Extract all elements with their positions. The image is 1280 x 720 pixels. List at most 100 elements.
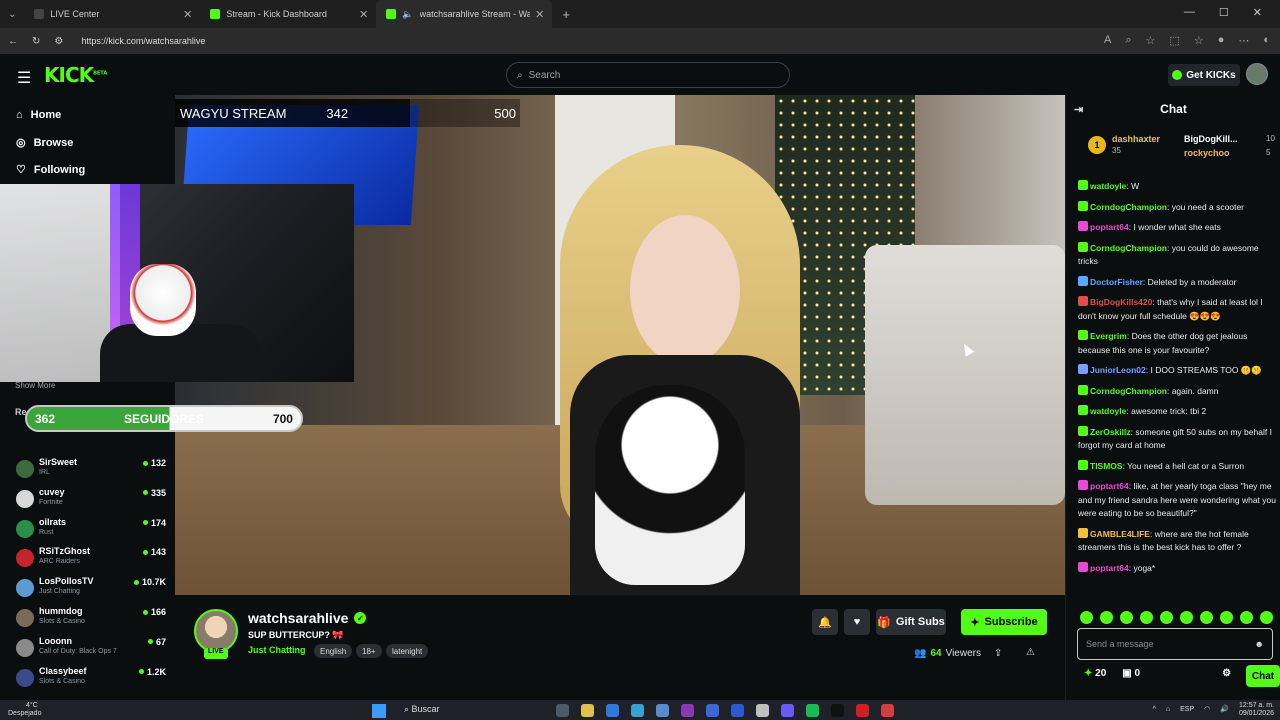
maximize-icon[interactable]: ☐ xyxy=(1219,6,1229,19)
emote-icon[interactable] xyxy=(1240,611,1253,624)
tag-latenight[interactable]: latenight xyxy=(386,644,429,658)
taskbar-app-icon[interactable] xyxy=(756,704,769,717)
emote-icon[interactable] xyxy=(1260,611,1273,624)
taskbar-app-icon[interactable] xyxy=(731,704,744,717)
reload-icon[interactable]: ↻ xyxy=(32,36,40,47)
network-icon[interactable]: ⌂ xyxy=(1166,706,1170,714)
chat-username[interactable]: CorndogChampion xyxy=(1090,243,1167,253)
sidebar-item-following[interactable]: ♡ Following xyxy=(16,163,85,177)
chat-username[interactable]: poptart64 xyxy=(1090,481,1129,491)
taskbar-app-icon[interactable] xyxy=(631,704,644,717)
chat-username[interactable]: Evergrim xyxy=(1090,331,1127,341)
chat-input[interactable]: Send a message ☻ xyxy=(1077,628,1273,660)
subscribe-button[interactable]: ✦ Subscribe xyxy=(961,609,1047,635)
show-more-link[interactable]: Show More xyxy=(15,381,55,390)
tag-18plus[interactable]: 18+ xyxy=(356,644,382,658)
close-tab-icon[interactable]: ✕ xyxy=(359,8,368,21)
leader-name[interactable]: BigDogKill... xyxy=(1184,134,1238,144)
tab-live-center[interactable]: LIVE Center ✕ xyxy=(24,0,200,28)
back-icon[interactable]: ← xyxy=(8,36,18,47)
chat-username[interactable]: watdoyle xyxy=(1090,181,1126,191)
site-info-icon[interactable]: ⚙ xyxy=(54,36,63,47)
chat-send-button[interactable]: Chat xyxy=(1246,665,1280,687)
taskbar-app-icon[interactable] xyxy=(556,704,569,717)
chat-username[interactable]: CorndogChampion xyxy=(1090,202,1167,212)
leader-name[interactable]: dashhaxter xyxy=(1112,134,1160,144)
extensions-icon[interactable]: ⬚ xyxy=(1169,34,1179,47)
sidebar-channel[interactable]: LosPollosTV Just Chatting 10.7K xyxy=(16,576,166,604)
points-balance[interactable]: ▣ 0 xyxy=(1122,668,1140,679)
taskbar-app-icon[interactable] xyxy=(856,704,869,717)
profile-icon[interactable]: ● xyxy=(1218,34,1225,47)
taskbar-app-icon[interactable] xyxy=(881,704,894,717)
get-kicks-button[interactable]: Get KICKs xyxy=(1168,64,1240,86)
menu-icon[interactable]: ☰ xyxy=(17,68,31,88)
sidebar-item-home[interactable]: ⌂ Home xyxy=(16,109,61,121)
sidebar-channel[interactable]: RSiTzGhost ARC Raiders 143 xyxy=(16,546,166,574)
sidebar-channel[interactable]: SirSweet IRL 132 xyxy=(16,457,166,485)
taskbar-app-icon[interactable] xyxy=(781,704,794,717)
chat-username[interactable]: BigDogKills420 xyxy=(1090,297,1152,307)
windows-start-icon[interactable] xyxy=(372,704,386,718)
share-icon[interactable]: ⇪ xyxy=(994,648,1002,659)
chat-settings-icon[interactable]: ⚙ xyxy=(1222,668,1231,679)
follow-heart-button[interactable]: ♥ xyxy=(844,609,870,635)
speaker-icon[interactable]: 🔈 xyxy=(402,9,413,20)
tab-kick-dashboard[interactable]: Stream - Kick Dashboard ✕ xyxy=(200,0,376,28)
chat-username[interactable]: ZerOskillz xyxy=(1090,427,1131,437)
chat-username[interactable]: JuniorLeon02 xyxy=(1090,365,1146,375)
volume-icon[interactable]: 🔊 xyxy=(1220,706,1229,714)
star-icon[interactable]: ☆ xyxy=(1146,34,1156,47)
taskbar-app-icon[interactable] xyxy=(656,704,669,717)
emote-icon[interactable] xyxy=(1180,611,1193,624)
kick-logo[interactable]: KICKBETA xyxy=(44,63,107,87)
channel-avatar[interactable] xyxy=(194,609,238,653)
sidebar-channel[interactable]: Classybeef Slots & Casino 1.2K xyxy=(16,666,166,694)
chat-username[interactable]: watdoyle xyxy=(1090,406,1126,416)
taskbar-app-icon[interactable] xyxy=(831,704,844,717)
user-avatar[interactable] xyxy=(1246,63,1268,85)
sidebar-channel[interactable]: hummdog Slots & Casino 166 xyxy=(16,606,166,634)
kicks-balance[interactable]: ✦ 20 xyxy=(1084,668,1106,679)
more-icon[interactable]: ⋯ xyxy=(1238,34,1249,47)
language-indicator[interactable]: ESP xyxy=(1180,706,1194,714)
chat-username[interactable]: TISMOS xyxy=(1090,461,1123,471)
taskbar-search[interactable]: ⌕ Buscar xyxy=(404,704,440,715)
leader-name[interactable]: rockychoo xyxy=(1184,148,1230,158)
stream-category[interactable]: Just Chatting xyxy=(248,645,306,655)
translate-icon[interactable]: A xyxy=(1104,34,1111,47)
copilot-icon[interactable]: ◐ xyxy=(1263,34,1270,47)
clock[interactable]: 12:57 a. m. 09/01/2026 xyxy=(1239,702,1274,718)
tab-watchsarahlive[interactable]: 🔈 watchsarahlive Stream - Watc ✕ xyxy=(376,0,553,28)
taskbar-app-icon[interactable] xyxy=(806,704,819,717)
chat-username[interactable]: CorndogChampion xyxy=(1090,386,1167,396)
zoom-icon[interactable]: ⌕ xyxy=(1125,34,1131,47)
report-icon[interactable]: ⚠ xyxy=(1026,647,1035,658)
notification-bell-button[interactable]: 🔔 xyxy=(812,609,838,635)
taskbar-app-icon[interactable] xyxy=(706,704,719,717)
sidebar-channel[interactable]: oilrats Rust 174 xyxy=(16,517,166,545)
minimize-icon[interactable]: — xyxy=(1184,6,1195,19)
search-input[interactable]: ⌕ Search xyxy=(506,62,790,88)
emote-icon[interactable] xyxy=(1160,611,1173,624)
wifi-icon[interactable]: ◠ xyxy=(1204,706,1210,714)
tag-english[interactable]: English xyxy=(314,644,353,658)
taskbar-app-icon[interactable] xyxy=(581,704,594,717)
chat-username[interactable]: poptart64 xyxy=(1090,222,1129,232)
chat-username[interactable]: DoctorFisher xyxy=(1090,277,1143,287)
tab-list-icon[interactable]: ⌄ xyxy=(0,9,24,20)
emote-icon[interactable] xyxy=(1200,611,1213,624)
emote-icon[interactable] xyxy=(1100,611,1113,624)
favorites-icon[interactable]: ☆ xyxy=(1194,34,1204,47)
channel-name[interactable]: watchsarahlive xyxy=(248,610,348,626)
chat-username[interactable]: poptart64 xyxy=(1090,563,1129,573)
new-tab-icon[interactable]: + xyxy=(552,7,570,22)
tray-expand-icon[interactable]: ^ xyxy=(1153,706,1156,714)
emoji-icon[interactable]: ☻ xyxy=(1255,639,1264,649)
url-field[interactable]: https://kick.com/watchsarahlive xyxy=(81,36,205,46)
sidebar-channel[interactable]: cuvey Fortnite 335 xyxy=(16,487,166,515)
collapse-chat-icon[interactable]: ⇥ xyxy=(1074,103,1083,116)
sidebar-item-browse[interactable]: ◎ Browse xyxy=(16,136,73,150)
emote-icon[interactable] xyxy=(1140,611,1153,624)
weather-widget[interactable]: 4°C Despejado xyxy=(8,702,41,718)
